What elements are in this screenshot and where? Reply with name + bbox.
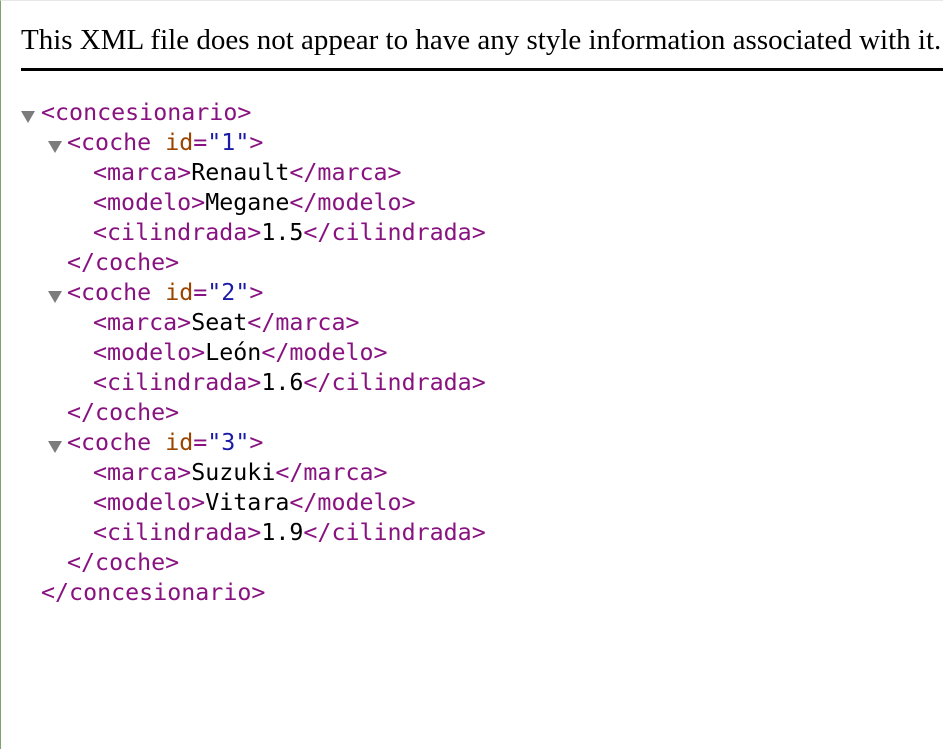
coche-open-line: <coche id="2"> <box>1 278 263 308</box>
marca-close-tag: </marca> <box>289 159 402 186</box>
attribute-equals: = <box>193 129 208 156</box>
attribute-name: id <box>165 129 194 156</box>
cilindrada-line: <cilindrada>1.5</cilindrada> <box>1 218 486 248</box>
collapse-triangle-icon[interactable] <box>21 111 35 123</box>
marca-line: <marca>Seat</marca> <box>1 308 360 338</box>
collapse-triangle-icon[interactable] <box>48 441 62 453</box>
cilindrada-open-tag: <cilindrada> <box>93 519 262 546</box>
cilindrada-close-tag: </cilindrada> <box>303 519 486 546</box>
coche-close-line: </coche> <box>1 548 179 578</box>
coche-close-line: </coche> <box>1 398 179 428</box>
coche-open-tag-end: > <box>249 279 264 306</box>
attribute-equals: = <box>193 279 208 306</box>
coche-open-line: <coche id="1"> <box>1 128 263 158</box>
cilindrada-value: 1.5 <box>261 219 304 246</box>
concesionario-close-tag: </concesionario> <box>41 579 266 606</box>
coche-open-tag-end: > <box>249 129 264 156</box>
marca-open-tag: <marca> <box>93 309 192 336</box>
marca-value: Suzuki <box>191 459 276 486</box>
coche-open-line: <coche id="3"> <box>1 428 263 458</box>
marca-value: Renault <box>191 159 290 186</box>
cilindrada-close-tag: </cilindrada> <box>303 369 486 396</box>
modelo-line: <modelo>León</modelo> <box>1 338 388 368</box>
coche-close-tag: </coche> <box>67 549 180 576</box>
cilindrada-close-tag: </cilindrada> <box>303 219 486 246</box>
modelo-open-tag: <modelo> <box>93 489 206 516</box>
marca-line: <marca>Suzuki</marca> <box>1 458 388 488</box>
cilindrada-line: <cilindrada>1.6</cilindrada> <box>1 368 486 398</box>
attribute-value: "2" <box>207 279 250 306</box>
coche-open-tag-end: > <box>249 429 264 456</box>
marca-open-tag: <marca> <box>93 459 192 486</box>
coche-open-tag-start: <coche <box>67 129 166 156</box>
modelo-value: León <box>205 339 262 366</box>
marca-close-tag: </marca> <box>275 459 388 486</box>
marca-open-tag: <marca> <box>93 159 192 186</box>
xml-viewer-header: This XML file does not appear to have an… <box>21 1 943 71</box>
collapse-triangle-icon[interactable] <box>48 291 62 303</box>
marca-close-tag: </marca> <box>247 309 360 336</box>
no-style-info-message: This XML file does not appear to have an… <box>21 24 943 56</box>
cilindrada-value: 1.9 <box>261 519 304 546</box>
attribute-name: id <box>165 429 194 456</box>
concesionario-close-line: </concesionario> <box>1 578 265 608</box>
coche-close-line: </coche> <box>1 248 179 278</box>
coche-close-tag: </coche> <box>67 249 180 276</box>
modelo-line: <modelo>Megane</modelo> <box>1 188 416 218</box>
modelo-open-tag: <modelo> <box>93 339 206 366</box>
modelo-line: <modelo>Vitara</modelo> <box>1 488 416 518</box>
modelo-value: Megane <box>205 189 290 216</box>
attribute-equals: = <box>193 429 208 456</box>
coche-open-tag-start: <coche <box>67 429 166 456</box>
coche-open-tag-start: <coche <box>67 279 166 306</box>
cilindrada-open-tag: <cilindrada> <box>93 219 262 246</box>
cilindrada-value: 1.6 <box>261 369 304 396</box>
attribute-name: id <box>165 279 194 306</box>
collapse-triangle-icon[interactable] <box>48 141 62 153</box>
modelo-close-tag: </modelo> <box>289 489 416 516</box>
cilindrada-line: <cilindrada>1.9</cilindrada> <box>1 518 486 548</box>
cilindrada-open-tag: <cilindrada> <box>93 369 262 396</box>
modelo-close-tag: </modelo> <box>261 339 388 366</box>
concesionario-open-line: <concesionario> <box>1 98 251 128</box>
coche-close-tag: </coche> <box>67 399 180 426</box>
modelo-value: Vitara <box>205 489 290 516</box>
modelo-close-tag: </modelo> <box>289 189 416 216</box>
attribute-value: "3" <box>207 429 250 456</box>
attribute-value: "1" <box>207 129 250 156</box>
modelo-open-tag: <modelo> <box>93 189 206 216</box>
marca-value: Seat <box>191 309 248 336</box>
marca-line: <marca>Renault</marca> <box>1 158 402 188</box>
concesionario-open-tag: <concesionario> <box>41 99 252 126</box>
xml-document-tree: <concesionario> <coche id="1"> <marca>Re… <box>1 98 486 608</box>
